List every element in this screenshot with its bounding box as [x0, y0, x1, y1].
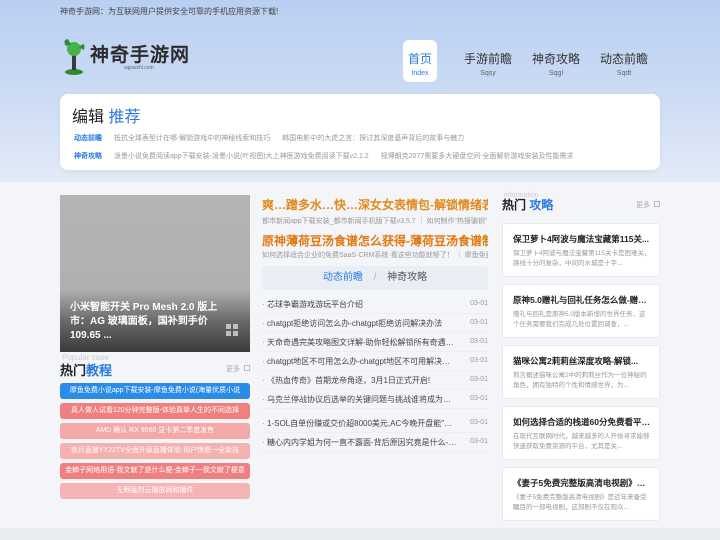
site-notice: 神奇手游网：为互联网用户提供安全可靠的手机应用资源下载!: [60, 7, 279, 16]
article-link[interactable]: 1-SOL自单份赚或交价超8000美元,AC今晚开盘能"无...: [267, 418, 457, 429]
grid-icon: [244, 365, 250, 371]
article-date: 03-01: [470, 357, 488, 364]
nav-item-home[interactable]: 首页 Index: [403, 40, 437, 82]
tutorial-button[interactable]: 金蝉子网络用语-我文献了是什么梗-金蝉子一我文献了梗意: [60, 463, 250, 479]
nav-label: 手游前瞻: [463, 52, 512, 66]
section-title: 热门教程: [60, 363, 113, 378]
article-date: 03-01: [470, 376, 488, 383]
list-item: · chatgpt拒绝访问怎么办-chatgpt拒绝访问解决办法 03-01: [262, 314, 488, 333]
headline-sub[interactable]: 如何选择适合企业的免费SaaS·CRM系统·看这些功能就够了！ ｜ 摩鱼免费: [262, 250, 488, 260]
tab-strategy[interactable]: 神奇攻略: [387, 272, 427, 283]
card-desc: 《妻子5免费完整版高清电视剧》是近年来备受瞩目的一部电视剧，这部剧不仅在观众..…: [513, 494, 647, 511]
card-title: 保卫萝卜4阿波与魔法宝藏第115关...: [513, 234, 650, 244]
nav-sub: Sqsy: [480, 70, 496, 77]
nav-item-sqgl[interactable]: 神奇攻略 Sqgl: [522, 40, 590, 82]
headline-sub[interactable]: 都市新闻app下载安装_都市新闻手机版下载v3.5.7 ｜ 如何制作“热搜骗钥”: [262, 216, 488, 226]
nav-item-sqsy[interactable]: 手游前瞻 Sqsy: [454, 40, 522, 82]
site-logo[interactable]: 神奇手游网 sqjswzhl.com: [60, 38, 200, 78]
list-item: · 天命奇遇完美攻略图文详解-助你轻松解锁所有奇遇任... 03-01: [262, 333, 488, 352]
card-title: 猫咪公寓2莉莉丝深度攻略-解锁...: [513, 356, 639, 366]
tutorial-button[interactable]: 摩鱼免费小说app下载安装-摩鱼免费小说(海量优质小说: [60, 383, 250, 399]
section-title: 热门 攻略: [502, 198, 554, 212]
list-item: · 芯球争霸游戏游玩平台介绍 03-01: [262, 295, 488, 314]
guide-card[interactable]: 原神5.0赠礼与回礼任务怎么做-赠礼... 赠礼与回礼是原神5.0版本新增的世界任…: [502, 284, 660, 338]
article-date: 03-01: [470, 300, 488, 307]
logo-text: 神奇手游网: [90, 44, 191, 66]
card-desc: 保卫萝卜4阿波与魔法宝藏第115关卡是困难关，路线十分的复杂，中间的水城是十字.…: [513, 250, 651, 267]
slide-caption: 小米智能开关 Pro Mesh 2.0 版上市：AG 玻璃面板，国补到手价 10…: [70, 302, 218, 341]
hot-tutorial-header: Popular case 热门教程 更多: [60, 353, 250, 378]
article-link[interactable]: chatgpt拒绝访问怎么办-chatgpt拒绝访问解决办法: [267, 318, 457, 329]
article-date: 03-01: [470, 338, 488, 345]
recommend-link[interactable]: 抵抗全球表型计在哪-解锁游戏中的神秘线索和技巧: [114, 135, 270, 142]
featured-slide[interactable]: 小米智能开关 Pro Mesh 2.0 版上市：AG 玻璃面板，国补到手价 10…: [60, 195, 250, 352]
article-link[interactable]: 芯球争霸游戏游玩平台介绍: [267, 299, 457, 310]
editor-recommend-panel: 编辑 推荐 动态前瞻 抵抗全球表型计在哪-解锁游戏中的神秘线索和技巧 韩国电影中…: [60, 94, 660, 170]
recommend-title: 编辑 推荐: [72, 109, 141, 126]
list-item: · chatgpt地区不可用怎么办-chatgpt地区不可用解决办法 03-01: [262, 352, 488, 371]
guide-card[interactable]: 如何选择合适的栈道60分免费看平台... 在现代互联网时代，越来越多的人开始寻求能…: [502, 406, 660, 460]
card-title: 《妻子5免费完整版高清电视剧》如...: [513, 478, 651, 488]
guide-card[interactable]: 猫咪公寓2莉莉丝深度攻略-解锁... 莉言概述猫咪公寓2中的莉莉丝作为一位神秘的角…: [502, 345, 660, 399]
card-desc: 在现代互联网时代，越来越多的人开始寻求能够快速获取免费资源的平台，尤其是关...: [513, 433, 650, 450]
list-item: · 乌克兰停战协议后选举的关键问题与挑战谁将成为新... 03-01: [262, 390, 488, 409]
nav-item-sqdt[interactable]: 动态前瞻 Sqdt: [590, 40, 658, 82]
nav-sub: Sqdt: [616, 70, 632, 77]
article-date: 03-01: [470, 419, 488, 426]
list-item: · 1-SOL自单份赚或交价超8000美元,AC今晚开盘能"无... 03-01: [262, 414, 488, 433]
article-date: 03-01: [470, 438, 488, 445]
grid-icon: [654, 201, 660, 207]
recommend-link[interactable]: 泼墨小说免费阅读app下载安装-泼墨小说(叶视图)大上神医游戏免费阅读下载v2.…: [114, 153, 369, 160]
card-title: 原神5.0赠礼与回礼任务怎么做-赠礼...: [513, 295, 651, 305]
joystick-logo-icon: [64, 39, 85, 75]
card-title: 如何选择合适的栈道60分免费看平台...: [513, 417, 651, 427]
nav-sub: Index: [411, 70, 429, 77]
logo-subtext: sqjswzhl.com: [124, 65, 154, 71]
nav-label: 动态前瞻: [599, 52, 648, 66]
nav-label: 首页: [407, 52, 432, 66]
guide-card[interactable]: 保卫萝卜4阿波与魔法宝藏第115关... 保卫萝卜4阿波与魔法宝藏第115关卡是困…: [502, 223, 660, 277]
slide-pager-icon[interactable]: [226, 324, 238, 336]
guide-card[interactable]: 《妻子5免费完整版高清电视剧》如... 《妻子5免费完整版高清电视剧》是近年来备受…: [502, 467, 660, 521]
footer-strip: [0, 528, 720, 540]
headline-link[interactable]: 爽…蹭多水…快…深女女表情包-解锁情绪表...: [262, 196, 488, 213]
content-tabs: 动态前瞻 / 神奇攻略: [262, 266, 488, 290]
recommend-link[interactable]: 韩国电影中的大虎之言：探讨其深度基声背后的故事与魅力: [282, 135, 464, 142]
recommend-category-link[interactable]: 动态前瞻: [74, 135, 102, 142]
tutorial-button[interactable]: 夜月直播YY22TV全面升级直播体验-用户惊愿一全新技: [60, 443, 250, 459]
hot-guide-header: information 热门 攻略 更多: [502, 192, 660, 216]
more-link[interactable]: 更多: [636, 200, 650, 210]
tutorial-button[interactable]: AMD 确认 RX 9060 显卡第二季度发售: [60, 423, 250, 439]
tutorial-button[interactable]: 无眼猛烈云播放网和播件: [60, 483, 250, 499]
recommend-row: 动态前瞻 抵抗全球表型计在哪-解锁游戏中的神秘线索和技巧 韩国电影中的大虎之言：…: [74, 133, 644, 143]
article-link[interactable]: 乌克兰停战协议后选举的关键问题与挑战谁将成为新...: [267, 394, 457, 405]
list-item: · 《热血传奇》首期龙帝角逐，3月1日正式开启! 03-01: [262, 371, 488, 390]
tutorial-button[interactable]: 真人做人试看120分钟完整版-体验真挚人生的不同选择: [60, 403, 250, 419]
recommend-row: 神奇攻略 泼墨小说免费阅读app下载安装-泼墨小说(叶视图)大上神医游戏免费阅读…: [74, 151, 644, 161]
card-desc: 赠礼与回礼是原神5.0版本新增的世界任务，这个任务需要我们完成几处位置回调查，.…: [513, 311, 646, 328]
article-date: 03-01: [470, 319, 488, 326]
recommend-link[interactable]: 视博朗克2077需要多大硬盘空间-全面解析游戏安装及性能需求: [381, 153, 574, 160]
recommend-category-link[interactable]: 神奇攻略: [74, 153, 102, 160]
article-link[interactable]: 天命奇遇完美攻略图文详解-助你轻松解锁所有奇遇任...: [267, 337, 457, 348]
tab-dynamic[interactable]: 动态前瞻: [323, 272, 363, 283]
card-desc: 莉言概述猫咪公寓2中的莉莉丝作为一位神秘的角色，拥有独特的个性和情感世界，为..…: [513, 372, 647, 389]
article-date: 03-01: [470, 395, 488, 402]
nav-label: 神奇攻略: [531, 52, 580, 66]
more-link[interactable]: 更多: [226, 364, 240, 374]
main-nav: 首页 Index 手游前瞻 Sqsy 神奇攻略 Sqgl 动态前瞻 Sqdt: [386, 40, 658, 82]
headline-link[interactable]: 原神薄荷豆汤食谱怎么获得-薄荷豆汤食谱制...: [262, 232, 488, 249]
article-link[interactable]: chatgpt地区不可用怎么办-chatgpt地区不可用解决办法: [267, 356, 457, 367]
nav-sub: Sqgl: [548, 70, 563, 77]
list-item: · 糖心内内学姐为何一直不露面-背后原因究竟是什么-引... 03-01: [262, 433, 488, 452]
article-link[interactable]: 《热血传奇》首期龙帝角逐，3月1日正式开启!: [267, 375, 457, 386]
article-link[interactable]: 糖心内内学姐为何一直不露面-背后原因究竟是什么-引...: [267, 437, 457, 448]
